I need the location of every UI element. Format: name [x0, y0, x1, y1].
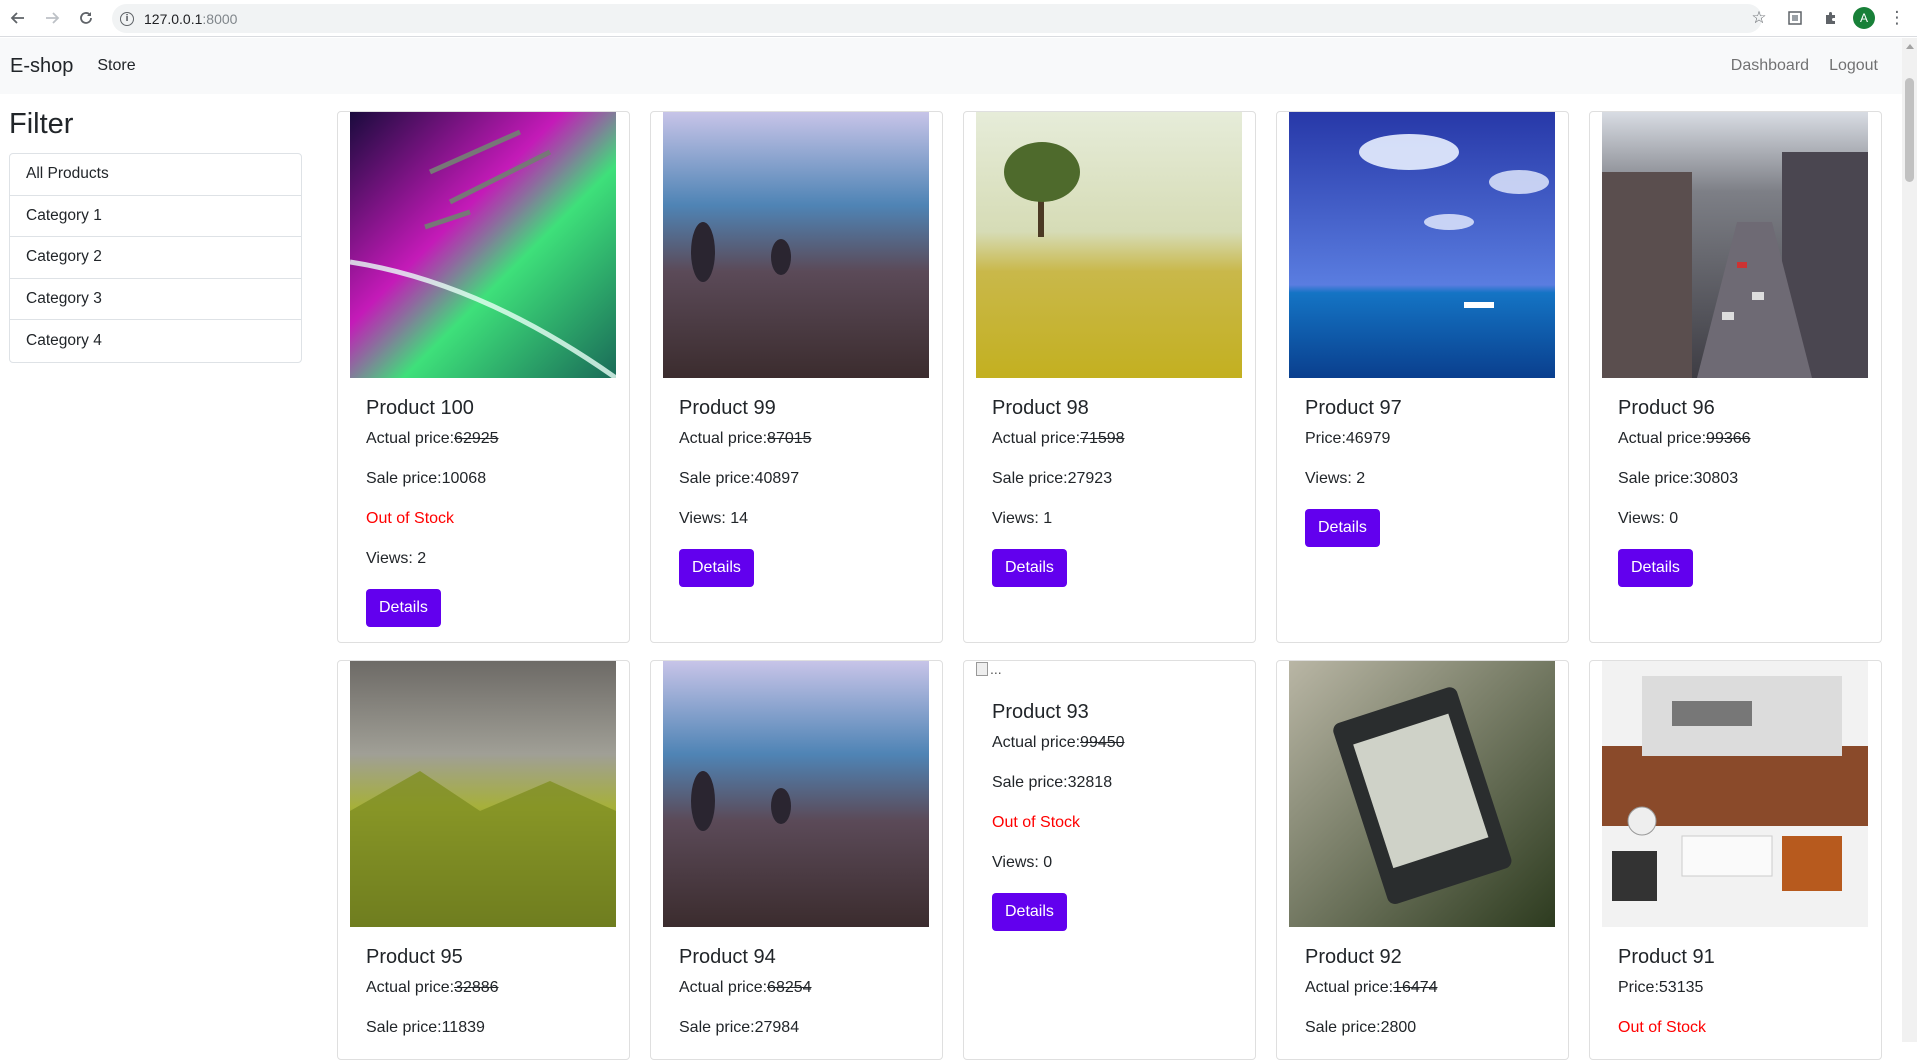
product-card: ... Product 93 Actual price:99450 Sale p… — [963, 660, 1256, 1060]
product-title: Product 96 — [1618, 397, 1715, 419]
product-title: Product 97 — [1305, 397, 1402, 419]
filter-title: Filter — [9, 108, 74, 140]
actual-price: Actual price:99450 — [992, 734, 1125, 751]
product-image[interactable] — [976, 112, 1242, 378]
dashboard-link[interactable]: Dashboard — [1731, 57, 1809, 75]
product-title: Product 95 — [366, 946, 463, 968]
price: Price:53135 — [1618, 979, 1704, 996]
sale-price: Sale price:11839 — [366, 1019, 485, 1036]
sale-price: Sale price:2800 — [1305, 1019, 1417, 1036]
product-title: Product 93 — [992, 701, 1089, 723]
product-card: Product 94 Actual price:68254 Sale price… — [650, 660, 943, 1060]
product-card: Product 91 Price:53135 Out of Stock — [1589, 660, 1882, 1060]
url-text: 127.0.0.1:8000 — [144, 10, 238, 27]
product-image[interactable] — [1289, 112, 1555, 378]
scroll-up-icon[interactable] — [1906, 44, 1914, 49]
product-title: Product 94 — [679, 946, 776, 968]
views-count: Views: 0 — [1618, 510, 1679, 527]
address-bar[interactable]: i 127.0.0.1:8000 — [112, 4, 1762, 33]
out-of-stock-label: Out of Stock — [992, 814, 1081, 831]
product-image[interactable] — [663, 112, 929, 378]
product-card: Product 92 Actual price:16474 Sale price… — [1276, 660, 1569, 1060]
product-image[interactable] — [350, 112, 616, 378]
views-count: Views: 2 — [1305, 470, 1366, 487]
out-of-stock-label: Out of Stock — [366, 510, 455, 527]
filter-list: All Products Category 1 Category 2 Categ… — [9, 153, 302, 363]
details-button[interactable]: Details — [366, 589, 441, 627]
views-count: Views: 14 — [679, 510, 749, 527]
product-image[interactable] — [1602, 661, 1868, 927]
actual-price: Actual price:62925 — [366, 430, 499, 447]
product-card: Product 99 Actual price:87015 Sale price… — [650, 111, 943, 643]
sale-price: Sale price:32818 — [992, 774, 1113, 791]
scroll-thumb[interactable] — [1905, 78, 1914, 182]
puzzle-icon[interactable] — [1817, 4, 1845, 32]
views-count: Views: 1 — [992, 510, 1053, 527]
product-image[interactable] — [663, 661, 929, 927]
filter-item-category-3[interactable]: Category 3 — [10, 279, 301, 320]
star-icon[interactable]: ☆ — [1745, 4, 1773, 32]
site-navbar: E-shop Store Dashboard Logout — [0, 38, 1902, 94]
sale-price: Sale price:27984 — [679, 1019, 800, 1036]
product-image[interactable] — [1602, 112, 1868, 378]
sale-price: Sale price:27923 — [992, 470, 1113, 487]
info-icon[interactable]: i — [120, 11, 134, 26]
browser-toolbar: i 127.0.0.1:8000 ☆ A ⋮ — [0, 0, 1917, 37]
price: Price:46979 — [1305, 430, 1391, 447]
broken-image[interactable]: ... — [976, 661, 1002, 677]
details-button[interactable]: Details — [992, 893, 1067, 931]
product-card: Product 97 Price:46979 Views: 2 Details — [1276, 111, 1569, 643]
brand-link[interactable]: E-shop — [10, 55, 73, 78]
product-title: Product 92 — [1305, 946, 1402, 968]
product-card: Product 98 Actual price:71598 Sale price… — [963, 111, 1256, 643]
product-card: Product 100 Actual price:62925 Sale pric… — [337, 111, 630, 643]
profile-avatar[interactable]: A — [1853, 7, 1875, 29]
filter-item-category-4[interactable]: Category 4 — [10, 320, 301, 362]
out-of-stock-label: Out of Stock — [1618, 1019, 1707, 1036]
reload-icon[interactable] — [70, 2, 102, 34]
filter-item-all-products[interactable]: All Products — [10, 154, 301, 196]
product-card: Product 95 Actual price:32886 Sale price… — [337, 660, 630, 1060]
product-title: Product 91 — [1618, 946, 1715, 968]
actual-price: Actual price:71598 — [992, 430, 1125, 447]
details-button[interactable]: Details — [1305, 509, 1380, 547]
product-title: Product 100 — [366, 397, 474, 419]
scrollbar[interactable] — [1902, 38, 1917, 1042]
forward-icon[interactable] — [36, 2, 68, 34]
actual-price: Actual price:68254 — [679, 979, 812, 996]
sale-price: Sale price:30803 — [1618, 470, 1739, 487]
sale-price: Sale price:40897 — [679, 470, 800, 487]
actual-price: Actual price:99366 — [1618, 430, 1751, 447]
filter-item-category-2[interactable]: Category 2 — [10, 237, 301, 279]
product-title: Product 98 — [992, 397, 1089, 419]
product-title: Product 99 — [679, 397, 776, 419]
filter-item-category-1[interactable]: Category 1 — [10, 196, 301, 237]
product-image[interactable] — [350, 661, 616, 927]
product-image[interactable] — [1289, 661, 1555, 927]
views-count: Views: 2 — [366, 550, 427, 567]
actual-price: Actual price:32886 — [366, 979, 499, 996]
extension-icon[interactable] — [1781, 4, 1809, 32]
product-card: Product 96 Actual price:99366 Sale price… — [1589, 111, 1882, 643]
sale-price: Sale price:10068 — [366, 470, 487, 487]
details-button[interactable]: Details — [1618, 549, 1693, 587]
actual-price: Actual price:87015 — [679, 430, 812, 447]
details-button[interactable]: Details — [679, 549, 754, 587]
browser-actions: ☆ A ⋮ — [1745, 4, 1911, 32]
store-link[interactable]: Store — [97, 57, 135, 75]
back-icon[interactable] — [2, 2, 34, 34]
menu-icon[interactable]: ⋮ — [1883, 4, 1911, 32]
logout-link[interactable]: Logout — [1829, 57, 1878, 75]
details-button[interactable]: Details — [992, 549, 1067, 587]
views-count: Views: 0 — [992, 854, 1053, 871]
actual-price: Actual price:16474 — [1305, 979, 1438, 996]
